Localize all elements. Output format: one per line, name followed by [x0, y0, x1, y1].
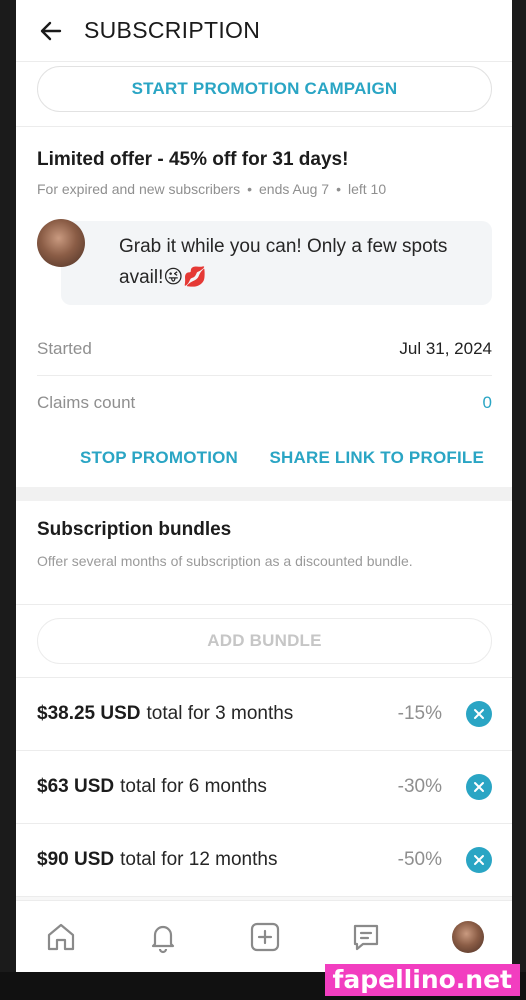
- remove-bundle-icon[interactable]: [466, 774, 492, 800]
- bundle-price: $63 USD: [37, 776, 115, 797]
- stop-promotion-button[interactable]: STOP PROMOTION: [80, 448, 238, 468]
- separator-dot: •: [247, 181, 253, 197]
- bundles-description: Offer several months of subscription as …: [37, 553, 413, 569]
- bundle-price: $38.25 USD: [37, 703, 141, 724]
- bundle-discount: -15%: [397, 703, 442, 724]
- promo-section: START PROMOTION CAMPAIGN: [16, 62, 512, 127]
- bundle-duration: total for 12 months: [120, 849, 278, 870]
- separator-dot: •: [336, 181, 341, 197]
- bell-icon[interactable]: [145, 919, 181, 955]
- offer-ends: ends Aug 7: [259, 181, 330, 197]
- add-bundle-button[interactable]: ADD BUNDLE: [37, 618, 492, 664]
- offer-audience: For expired and new subscribers: [37, 181, 241, 197]
- watermark: fapellino.net: [324, 964, 520, 996]
- claims-value[interactable]: 0: [483, 393, 492, 413]
- share-link-button[interactable]: SHARE LINK TO PROFILE: [269, 448, 484, 468]
- bottom-tab-bar: [16, 900, 512, 972]
- bundles-title: Subscription bundles: [37, 519, 232, 540]
- add-bundle-section: ADD BUNDLE: [16, 605, 512, 678]
- page-title: SUBSCRIPTION: [84, 17, 261, 43]
- plus-square-icon[interactable]: [247, 919, 283, 955]
- remove-bundle-icon[interactable]: [466, 701, 492, 727]
- bundle-price: $90 USD: [37, 849, 115, 870]
- profile-avatar[interactable]: [450, 919, 486, 955]
- section-divider: [16, 487, 512, 501]
- back-arrow-icon[interactable]: [38, 17, 66, 45]
- start-promotion-campaign-button[interactable]: START PROMOTION CAMPAIGN: [37, 66, 492, 112]
- bundle-row: $90 USD total for 12 months -50%: [16, 824, 512, 897]
- avatar: [452, 920, 484, 953]
- claims-row: Claims count 0: [37, 376, 492, 429]
- screen: SUBSCRIPTION START PROMOTION CAMPAIGN Li…: [16, 0, 512, 972]
- bundle-discount: -30%: [397, 776, 442, 797]
- offer-section: Limited offer - 45% off for 31 days! For…: [16, 127, 512, 305]
- message-bubble: Grab it while you can! Only a few spots …: [61, 221, 492, 305]
- claims-label: Claims count: [37, 392, 136, 412]
- bundle-duration: total for 6 months: [120, 776, 267, 797]
- bundle-row: $38.25 USD total for 3 months -15%: [16, 678, 512, 751]
- home-icon[interactable]: [43, 919, 79, 955]
- chat-icon[interactable]: [348, 919, 384, 955]
- started-value: Jul 31, 2024: [399, 339, 492, 358]
- bundle-row: $63 USD total for 6 months -30%: [16, 751, 512, 824]
- offer-left: left 10: [347, 181, 387, 197]
- avatar: [37, 219, 85, 267]
- bundles-header: Subscription bundles Offer several month…: [16, 501, 512, 605]
- started-label: Started: [37, 339, 92, 358]
- bundle-duration: total for 3 months: [146, 703, 294, 724]
- offer-message: Grab it while you can! Only a few spots …: [37, 219, 492, 305]
- promotion-actions: STOP PROMOTION SHARE LINK TO PROFILE: [16, 429, 512, 487]
- remove-bundle-icon[interactable]: [466, 847, 492, 873]
- started-row: Started Jul 31, 2024: [37, 323, 492, 376]
- header: SUBSCRIPTION: [16, 0, 512, 62]
- promotion-details: Started Jul 31, 2024 Claims count 0: [37, 323, 492, 429]
- offer-meta: For expired and new subscribers • ends Aug…: [37, 181, 492, 197]
- offer-title: Limited offer - 45% off for 31 days!: [37, 149, 349, 170]
- bundle-discount: -50%: [397, 849, 442, 870]
